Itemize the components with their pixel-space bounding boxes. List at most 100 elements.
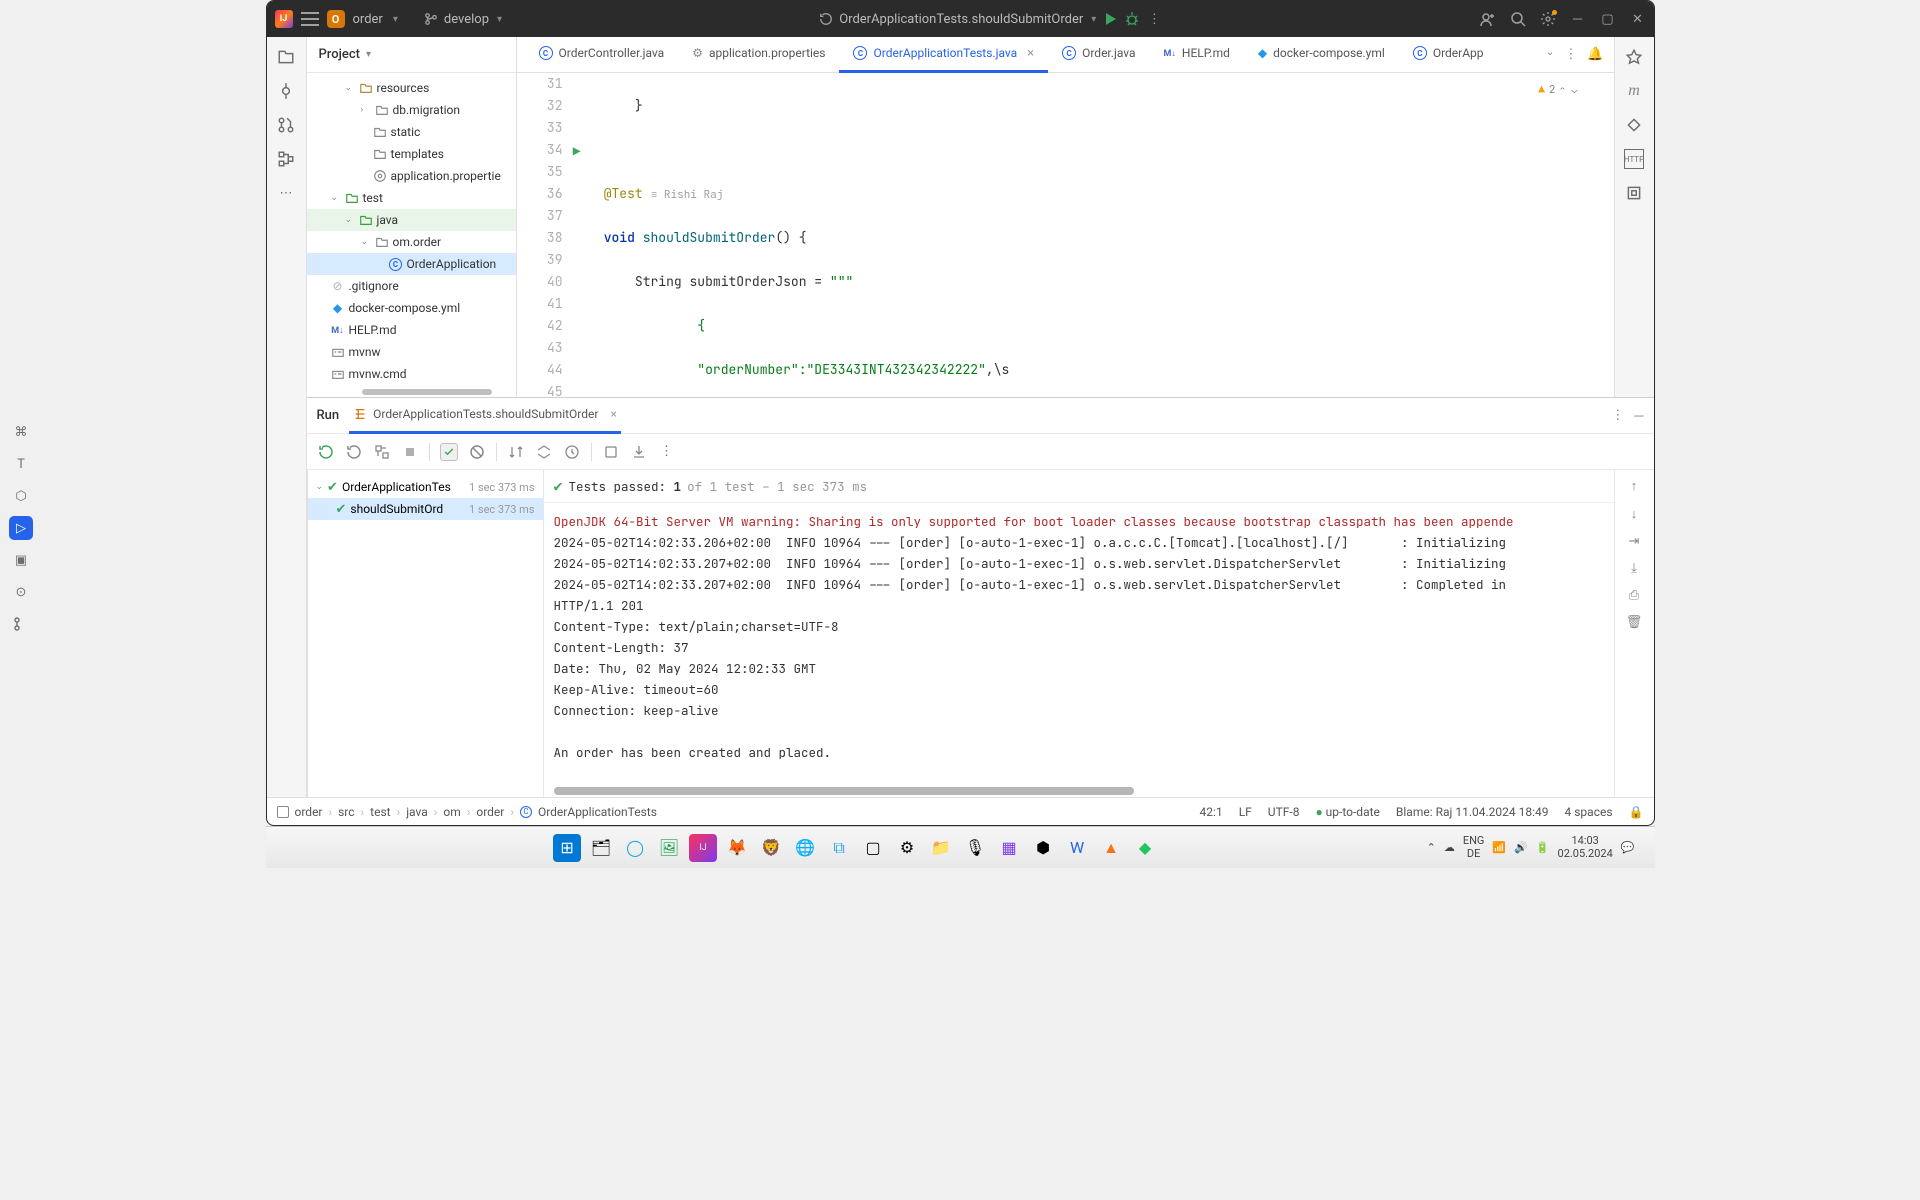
close-icon[interactable]: × <box>610 407 616 421</box>
tree-node[interactable]: application.propertie <box>307 165 516 187</box>
tree-node-selected[interactable]: COrderApplication <box>307 253 516 275</box>
tab[interactable]: ⚙application.properties <box>678 37 839 73</box>
indent-status[interactable]: 4 spaces <box>1565 805 1613 819</box>
toggle-auto-icon[interactable] <box>373 443 391 461</box>
firefox-icon[interactable]: 🦊 <box>723 834 751 862</box>
chevron-down-icon[interactable]: ▾ <box>366 49 371 60</box>
branch-name[interactable]: develop <box>444 12 489 27</box>
caret-position[interactable]: 42:1 <box>1200 805 1223 819</box>
tree-node[interactable]: mvnw <box>307 341 516 363</box>
breadcrumbs[interactable]: order› src› test› java› om› order› C Ord… <box>277 805 657 819</box>
project-tool-icon[interactable] <box>276 47 296 67</box>
tree-node[interactable]: ⌄java <box>307 209 516 231</box>
test-row[interactable]: ⌄✔OrderApplicationTes1 sec 373 ms <box>308 476 543 498</box>
soft-wrap-icon[interactable]: ⇥ <box>1629 534 1640 549</box>
app-icon[interactable]: 🖼 <box>655 834 683 862</box>
tree-node[interactable]: ›db.migration <box>307 99 516 121</box>
chevron-down-icon[interactable]: ⌄ <box>1546 47 1554 62</box>
line-ending[interactable]: LF <box>1239 805 1252 819</box>
tree-node[interactable]: ⌄om.order <box>307 231 516 253</box>
rerun-failed-icon[interactable] <box>345 443 363 461</box>
encoding[interactable]: UTF-8 <box>1268 805 1300 819</box>
start-button[interactable]: ⊞ <box>553 834 581 862</box>
stop-icon[interactable] <box>401 443 419 461</box>
scroll-to-end-icon[interactable]: ⤓ <box>1631 561 1637 576</box>
tree-scrollbar[interactable] <box>307 387 516 397</box>
rerun-icon[interactable] <box>317 443 335 461</box>
tab[interactable]: M↓HELP.md <box>1150 37 1244 73</box>
app-icon[interactable]: 🎙 <box>961 834 989 862</box>
intellij-icon[interactable]: IJ <box>689 834 717 862</box>
scroll-up-icon[interactable]: ↑ <box>1631 478 1638 494</box>
battery-icon[interactable]: 🔋 <box>1536 841 1550 854</box>
test-row-selected[interactable]: ✔shouldSubmitOrd1 sec 373 ms <box>308 498 543 520</box>
more-icon[interactable]: ⋮ <box>1564 47 1577 62</box>
tree-node[interactable]: ◆docker-compose.yml <box>307 297 516 319</box>
more-icon[interactable]: ⋮ <box>1611 408 1624 424</box>
minimize-panel-icon[interactable]: ─ <box>1634 408 1643 424</box>
ai-assistant-icon[interactable] <box>1624 47 1644 67</box>
structure-tool-icon[interactable] <box>276 149 296 169</box>
notifications-icon[interactable]: 💬 <box>1621 841 1635 854</box>
close-button[interactable]: ✕ <box>1630 11 1646 27</box>
clear-icon[interactable]: 🗑 <box>1626 615 1643 630</box>
chevron-up-icon[interactable]: ⌃ <box>1427 841 1436 854</box>
terminal-icon[interactable]: ▢ <box>859 834 887 862</box>
settings-icon[interactable]: ⚙ <box>893 834 921 862</box>
tab[interactable]: COrder.java <box>1048 37 1149 73</box>
more-tool-icon[interactable]: ⋯ <box>276 183 296 203</box>
blame-status[interactable]: Blame: Raj 11.04.2024 18:49 <box>1396 805 1549 819</box>
volume-icon[interactable]: 🔊 <box>1514 841 1528 854</box>
tab[interactable]: COrderApp <box>1399 37 1488 73</box>
notifications-icon[interactable]: 🔔 <box>1587 47 1603 62</box>
coverage-icon[interactable] <box>1624 183 1644 203</box>
print-icon[interactable]: ⎙ <box>1629 588 1639 603</box>
maximize-button[interactable]: ▢ <box>1600 11 1616 27</box>
project-badge[interactable]: O <box>327 10 345 28</box>
more-icon[interactable]: ⋮ <box>1146 11 1162 27</box>
app-icon[interactable]: ⬢ <box>1029 834 1057 862</box>
code-with-me-icon[interactable] <box>1480 11 1496 27</box>
chrome-icon[interactable]: 🌐 <box>791 834 819 862</box>
system-tray[interactable]: ⌃ ☁ ENGDE 📶 🔊 🔋 14:0302.05.2024 💬 <box>1427 835 1635 860</box>
vscode-icon[interactable]: ⧉ <box>825 834 853 862</box>
settings-icon[interactable] <box>1540 11 1556 27</box>
vlc-icon[interactable]: ▲ <box>1097 834 1125 862</box>
project-name[interactable]: order <box>353 12 383 27</box>
tree-node[interactable]: ⊘.gitignore <box>307 275 516 297</box>
expand-icon[interactable] <box>535 443 553 461</box>
brave-icon[interactable]: 🦁 <box>757 834 785 862</box>
commit-tool-icon[interactable] <box>276 81 296 101</box>
show-ignored-icon[interactable] <box>468 443 486 461</box>
readonly-icon[interactable]: 🔒 <box>1629 805 1644 819</box>
database-icon[interactable] <box>1624 115 1644 135</box>
app-icon[interactable]: ▦ <box>995 834 1023 862</box>
tree-node[interactable]: ⌄resources <box>307 77 516 99</box>
tab[interactable]: COrderController.java <box>525 37 679 73</box>
pull-requests-icon[interactable] <box>276 115 296 135</box>
run-button[interactable] <box>1102 11 1118 27</box>
sort-icon[interactable] <box>507 443 525 461</box>
show-passed-icon[interactable] <box>440 443 458 461</box>
console-output[interactable]: OpenJDK 64-Bit Server VM warning: Sharin… <box>544 503 1614 785</box>
tree-node[interactable]: mvnw.cmd <box>307 363 516 385</box>
import-icon[interactable] <box>602 443 620 461</box>
scroll-down-icon[interactable]: ↓ <box>1631 506 1638 522</box>
vcs-status[interactable]: ● up-to-date <box>1315 805 1379 819</box>
more-icon[interactable]: ⋮ <box>658 443 676 461</box>
debug-button[interactable] <box>1124 11 1140 27</box>
close-icon[interactable]: × <box>1027 46 1034 61</box>
files-icon[interactable]: 📁 <box>927 834 955 862</box>
tree-node[interactable]: M↓HELP.md <box>307 319 516 341</box>
tab[interactable]: ◆docker-compose.yml <box>1244 37 1399 73</box>
run-configuration[interactable]: OrderApplicationTests.shouldSubmitOrder … <box>819 12 1096 27</box>
tree-node[interactable]: static <box>307 121 516 143</box>
export-icon[interactable] <box>630 443 648 461</box>
code-editor[interactable]: ▲2⌃ ⌄ 313233 34▶ 35363738 39404142 43444… <box>517 73 1614 397</box>
tree-node[interactable]: templates <box>307 143 516 165</box>
maven-icon[interactable]: m <box>1624 81 1644 101</box>
chevron-down-icon[interactable]: ▾ <box>393 14 398 25</box>
app-icon[interactable]: ◆ <box>1131 834 1159 862</box>
tab-active[interactable]: COrderApplicationTests.java× <box>839 37 1048 73</box>
test-tree[interactable]: ⌄✔OrderApplicationTes1 sec 373 ms ✔shoul… <box>308 470 544 797</box>
